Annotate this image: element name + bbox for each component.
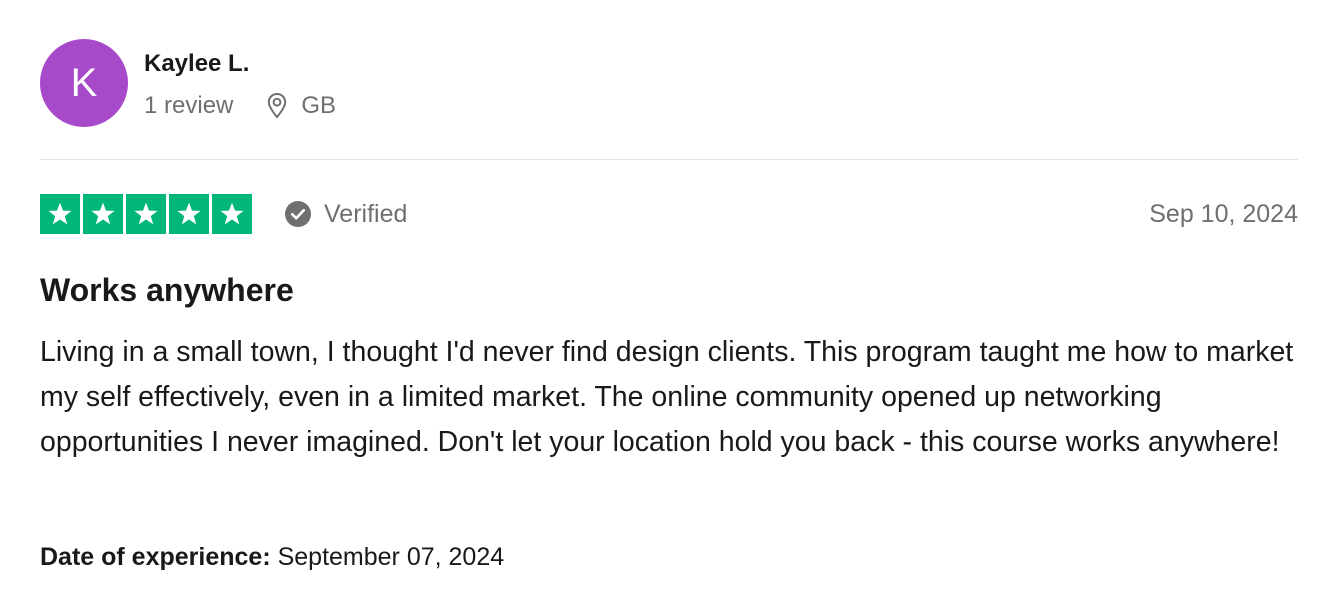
date-of-experience: Date of experience: September 07, 2024 <box>40 541 504 573</box>
review-title[interactable]: Works anywhere <box>40 270 294 310</box>
review-card: K Kaylee L. 1 review GB Verified Sep 10,… <box>40 38 1298 571</box>
location-pin-icon <box>268 92 287 119</box>
star-icon <box>126 194 166 234</box>
star-icon <box>83 194 123 234</box>
avatar[interactable]: K <box>40 39 128 127</box>
check-circle-icon <box>285 201 311 227</box>
divider <box>40 159 1298 160</box>
country-code: GB <box>301 92 337 119</box>
verified-label: Verified <box>324 199 408 228</box>
star-icon <box>169 194 209 234</box>
rating-row: Verified Sep 10, 2024 <box>40 194 1298 234</box>
experience-label: Date of experience: <box>40 543 271 571</box>
review-date: Sep 10, 2024 <box>1149 199 1298 228</box>
verified-badge[interactable]: Verified <box>284 200 407 229</box>
review-body: Living in a small town, I thought I'd ne… <box>40 336 1294 458</box>
experience-date: September 07, 2024 <box>277 543 505 571</box>
reviewer-name[interactable]: Kaylee L. <box>144 49 336 79</box>
reviewer-location: GB <box>267 91 336 121</box>
reviewer-header: K Kaylee L. 1 review GB <box>40 38 1298 128</box>
reviewer-info: Kaylee L. 1 review GB <box>144 45 336 121</box>
avatar-initial: K <box>70 60 98 105</box>
star-icon <box>212 194 252 234</box>
reviewer-meta: 1 review GB <box>144 91 336 121</box>
star-icon <box>40 194 80 234</box>
review-count: 1 review <box>144 92 234 119</box>
star-rating <box>40 194 252 234</box>
